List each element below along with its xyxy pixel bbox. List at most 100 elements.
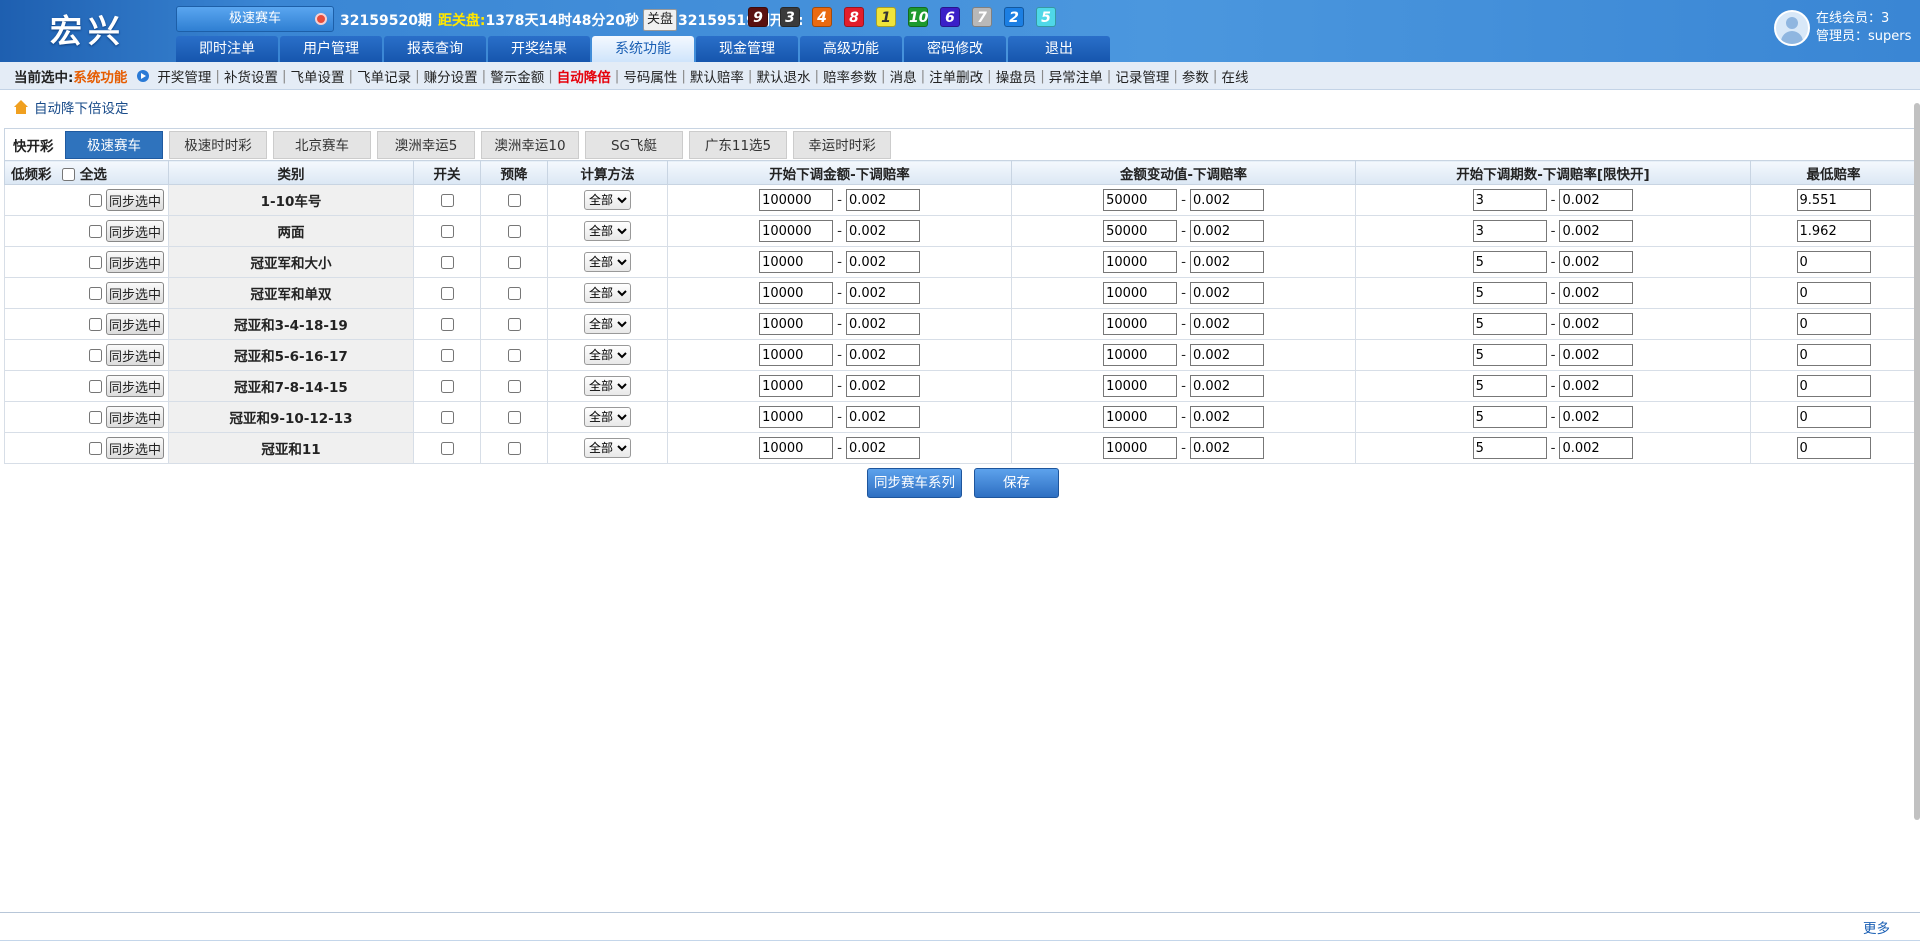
row-checkbox[interactable] <box>88 441 102 455</box>
start-rate-input[interactable] <box>845 189 920 211</box>
start-amount-input[interactable] <box>759 406 834 428</box>
periods-input[interactable] <box>1472 251 1547 273</box>
start-amount-input[interactable] <box>759 282 834 304</box>
step-amount-input[interactable] <box>1103 189 1178 211</box>
switch-checkbox[interactable] <box>440 348 454 362</box>
min-odds-input[interactable] <box>1796 220 1871 242</box>
sync-selected-button[interactable]: 同步选中 <box>105 189 164 211</box>
select-all-checkbox[interactable] <box>62 168 76 181</box>
periods-rate-input[interactable] <box>1559 344 1634 366</box>
row-checkbox[interactable] <box>88 379 102 393</box>
min-odds-input[interactable] <box>1796 437 1871 459</box>
periods-rate-input[interactable] <box>1559 406 1634 428</box>
sync-selected-button[interactable]: 同步选中 <box>105 282 164 304</box>
start-rate-input[interactable] <box>845 375 920 397</box>
start-rate-input[interactable] <box>845 251 920 273</box>
nav-tab[interactable]: 系统功能 <box>592 36 694 62</box>
submenu-item[interactable]: 警示金额 <box>490 66 544 86</box>
sync-selected-button[interactable]: 同步选中 <box>105 313 164 335</box>
switch-checkbox[interactable] <box>440 286 454 300</box>
row-checkbox[interactable] <box>88 193 102 207</box>
submenu-item[interactable]: 操盘员 <box>996 66 1037 86</box>
nav-tab[interactable]: 即时注单 <box>176 36 278 62</box>
periods-input[interactable] <box>1472 220 1547 242</box>
periods-input[interactable] <box>1472 282 1547 304</box>
periods-input[interactable] <box>1472 189 1547 211</box>
sync-selected-button[interactable]: 同步选中 <box>105 406 164 428</box>
lottery-tab[interactable]: 幸运时时彩 <box>793 131 891 159</box>
periods-input[interactable] <box>1472 406 1547 428</box>
periods-input[interactable] <box>1472 344 1547 366</box>
nav-tab[interactable]: 高级功能 <box>800 36 902 62</box>
switch-checkbox[interactable] <box>440 317 454 331</box>
submenu-item[interactable]: 默认退水 <box>756 66 810 86</box>
submenu-item[interactable]: 号码属性 <box>623 66 677 86</box>
predrop-checkbox[interactable] <box>507 286 521 300</box>
step-rate-input[interactable] <box>1189 375 1264 397</box>
min-odds-input[interactable] <box>1796 344 1871 366</box>
row-checkbox[interactable] <box>88 348 102 362</box>
row-checkbox[interactable] <box>88 255 102 269</box>
row-checkbox[interactable] <box>88 286 102 300</box>
start-amount-input[interactable] <box>759 251 834 273</box>
predrop-checkbox[interactable] <box>507 441 521 455</box>
lottery-tab[interactable]: 极速时时彩 <box>169 131 267 159</box>
lottery-tab[interactable]: 极速赛车 <box>65 131 163 159</box>
periods-rate-input[interactable] <box>1559 220 1634 242</box>
method-select[interactable]: 全部 <box>584 407 631 427</box>
nav-tab[interactable]: 现金管理 <box>696 36 798 62</box>
submenu-item[interactable]: 默认赔率 <box>690 66 744 86</box>
row-checkbox[interactable] <box>88 410 102 424</box>
periods-rate-input[interactable] <box>1559 282 1634 304</box>
start-rate-input[interactable] <box>845 220 920 242</box>
lottery-tab[interactable]: 北京赛车(PK10) <box>273 131 371 182</box>
step-amount-input[interactable] <box>1103 313 1178 335</box>
periods-rate-input[interactable] <box>1559 375 1634 397</box>
method-select[interactable]: 全部 <box>584 438 631 458</box>
method-select[interactable]: 全部 <box>584 252 631 272</box>
close-market-button[interactable]: 关盘 <box>642 9 677 31</box>
submenu-item[interactable]: 开奖管理 <box>157 66 211 86</box>
step-rate-input[interactable] <box>1189 282 1264 304</box>
submenu-item[interactable]: 消息 <box>890 66 917 86</box>
start-amount-input[interactable] <box>759 344 834 366</box>
start-rate-input[interactable] <box>845 437 920 459</box>
start-amount-input[interactable] <box>759 437 834 459</box>
submenu-item[interactable]: 注单删改 <box>929 66 983 86</box>
method-select[interactable]: 全部 <box>584 376 631 396</box>
min-odds-input[interactable] <box>1796 375 1871 397</box>
nav-tab[interactable]: 密码修改 <box>904 36 1006 62</box>
submenu-item[interactable]: 飞单记录 <box>357 66 411 86</box>
sync-selected-button[interactable]: 同步选中 <box>105 344 164 366</box>
step-rate-input[interactable] <box>1189 313 1264 335</box>
switch-checkbox[interactable] <box>440 224 454 238</box>
submenu-item[interactable]: 异常注单 <box>1049 66 1103 86</box>
start-rate-input[interactable] <box>845 313 920 335</box>
min-odds-input[interactable] <box>1796 251 1871 273</box>
submenu-item[interactable]: 赔率参数 <box>823 66 877 86</box>
step-amount-input[interactable] <box>1103 344 1178 366</box>
step-amount-input[interactable] <box>1103 437 1178 459</box>
start-amount-input[interactable] <box>759 375 834 397</box>
predrop-checkbox[interactable] <box>507 317 521 331</box>
switch-checkbox[interactable] <box>440 379 454 393</box>
predrop-checkbox[interactable] <box>507 379 521 393</box>
switch-checkbox[interactable] <box>440 410 454 424</box>
method-select[interactable]: 全部 <box>584 221 631 241</box>
lottery-tab[interactable]: 广东11选5 <box>689 131 787 159</box>
submenu-item[interactable]: 补货设置 <box>224 66 278 86</box>
nav-tab[interactable]: 开奖结果 <box>488 36 590 62</box>
periods-input[interactable] <box>1472 437 1547 459</box>
start-rate-input[interactable] <box>845 344 920 366</box>
vertical-scrollbar[interactable] <box>1914 103 1920 820</box>
min-odds-input[interactable] <box>1796 282 1871 304</box>
periods-input[interactable] <box>1472 375 1547 397</box>
switch-checkbox[interactable] <box>440 193 454 207</box>
step-rate-input[interactable] <box>1189 406 1264 428</box>
step-rate-input[interactable] <box>1189 437 1264 459</box>
sync-selected-button[interactable]: 同步选中 <box>105 220 164 242</box>
step-amount-input[interactable] <box>1103 282 1178 304</box>
more-link[interactable]: 更多 <box>1863 917 1890 937</box>
submenu-item[interactable]: 赚分设置 <box>424 66 478 86</box>
step-amount-input[interactable] <box>1103 375 1178 397</box>
